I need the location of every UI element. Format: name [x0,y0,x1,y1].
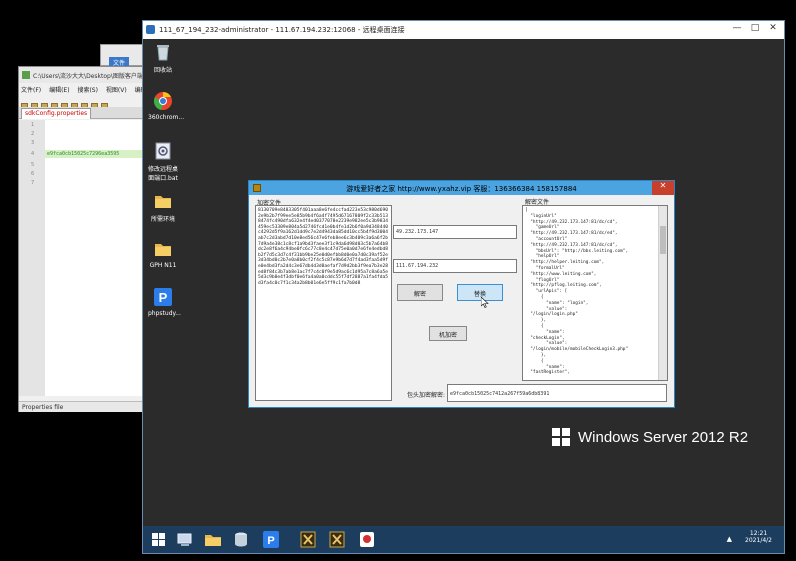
vertical-scrollbar[interactable] [658,206,667,380]
phpstudy-icon[interactable]: P [261,530,281,549]
desktop-icon-browser[interactable]: 360chrom... [148,91,184,121]
line-number: 2 [31,131,35,137]
close-button[interactable]: ✕ [766,23,780,33]
encrypted-text-area[interactable]: 8130709e8483305f401aaa8e6fe4ccfad223e53c… [255,205,392,401]
bat-file-icon [153,141,173,161]
decrypt-tool-dialog: 游戏爱好者之家 http://www.yxahz.vip 客服：13636638… [248,180,675,408]
menu-view[interactable]: 视图(V) [106,87,127,94]
system-clock[interactable]: 12:21 2021/4/2 [745,530,772,544]
card-game-icon[interactable] [357,530,377,549]
dialog-close-button[interactable]: ✕ [652,181,674,195]
desktop-icon-label: GPH N11 [149,262,177,269]
replace-button[interactable]: 替换 [457,284,503,301]
menu-edit[interactable]: 编辑(E) [49,87,69,94]
text-editor-window: C:\Users\流沙大大\Desktop\图版客户端 文件(F) 编辑(E) … [18,66,151,412]
clock-time: 12:21 [749,530,768,537]
key-label: 包头加密解密: [407,392,446,399]
browser-icon [153,91,173,111]
editor-content[interactable]: 1 2 3 4 5 6 7 e9fca0cb15025c7296ea3595 [19,120,151,396]
source-ip-input[interactable]: 49.232.173.147 [393,225,517,239]
editor-toolbar [19,95,149,110]
desktop-icon-label: 360chrom... [148,114,185,121]
line-number: 1 [31,122,35,128]
desktop-icon-bat[interactable]: 修改远程桌面端口.bat [148,141,178,182]
decrypted-text-area[interactable]: [ "loginUrl" "http://49.232.173.147:81/d… [523,206,659,380]
decrypted-text-panel: [ "loginUrl" "http://49.232.173.147:81/d… [522,205,668,381]
line-number-gutter: 1 2 3 4 5 6 7 [19,120,45,396]
maximize-button[interactable]: □ [748,23,762,33]
app-icon [253,184,261,192]
code-line: e9fca0cb15025c7296ea3595 [47,151,120,157]
key-input[interactable]: e9fca0cb15025c7412a267f59a6db8391 [447,384,667,402]
folder-icon [153,191,173,211]
taskbar: P ▲ 12:21 2021/4/2 [143,526,784,553]
editor-tab-bar: sdkConfig.properties [19,107,149,119]
desktop-icon-label: 回收站 [153,67,172,74]
target-ip-input[interactable]: 111.67.194.232 [393,259,517,273]
desktop-icon-folder-gph[interactable]: GPH N11 [148,239,178,269]
game-tool-icon[interactable] [298,530,318,549]
database-icon[interactable] [231,530,251,549]
line-number: 7 [31,180,35,186]
minimize-button[interactable]: — [730,23,744,33]
rdp-title-bar: 111_67_194_232-administrator - 111.67.19… [143,21,784,39]
line-number: 3 [31,140,35,146]
desktop-icon-label: 所需环境 [150,216,175,223]
svg-text:P: P [159,290,168,305]
tray-arrow-icon[interactable]: ▲ [727,535,732,543]
line-number: 4 [31,151,35,157]
notepad-icon [22,71,30,79]
desktop-icon-label: phpstudy... [148,310,181,317]
dialog-title: 游戏爱好者之家 http://www.yxahz.vip 客服：13636638… [346,185,577,193]
line-number: 6 [31,171,35,177]
game-tool-icon[interactable] [327,530,347,549]
clock-date: 2021/4/2 [745,537,772,544]
recycle-bin-icon [153,42,173,62]
desktop-icon-label: 修改远程桌面端口.bat [148,166,179,182]
editor-menu-bar: 文件(F) 编辑(E) 搜索(S) 视图(V) 编码 [19,83,149,95]
desktop-icon-folder-env[interactable]: 所需环境 [148,191,178,223]
decrypt-button[interactable]: 解密 [397,284,443,301]
os-name: Windows Server 2012 R2 [578,429,749,446]
folder-icon [153,239,173,259]
menu-file[interactable]: 文件(F) [21,87,41,94]
svg-text:P: P [267,535,274,547]
windows-logo-icon [552,428,571,447]
rdp-icon [146,25,155,34]
editor-status-bar: Properties file [19,401,149,412]
encrypt-button[interactable]: 机加密 [429,326,467,341]
menu-search[interactable]: 搜索(S) [77,87,98,94]
phpstudy-icon: P [153,287,173,307]
desktop-icon-recycle-bin[interactable]: 回收站 [148,42,178,74]
start-icon[interactable] [149,530,169,549]
editor-title-bar: C:\Users\流沙大大\Desktop\图版客户端 [19,67,149,83]
line-number: 5 [31,162,35,168]
scrollbar-thumb[interactable] [660,226,666,254]
desktop-icon-phpstudy[interactable]: P phpstudy... [148,287,181,317]
rdp-title: 111_67_194_232-administrator - 111.67.19… [159,26,405,34]
editor-title: C:\Users\流沙大大\Desktop\图版客户端 [33,73,143,80]
dialog-title-bar: 游戏爱好者之家 http://www.yxahz.vip 客服：13636638… [249,181,674,195]
explorer-icon[interactable] [203,530,223,549]
tab-sdkconfig[interactable]: sdkConfig.properties [21,108,92,119]
mouse-cursor-icon [480,293,489,312]
server-manager-icon[interactable] [175,530,195,549]
